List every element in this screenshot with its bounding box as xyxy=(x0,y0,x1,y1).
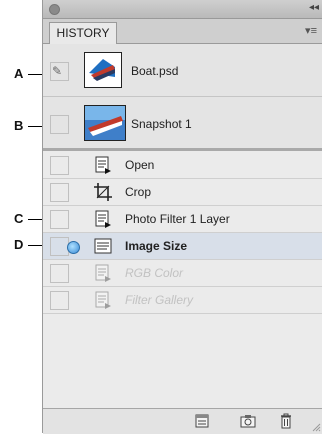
image-size-icon xyxy=(94,238,112,254)
snapshot-divider xyxy=(43,148,322,151)
history-source-checkbox[interactable] xyxy=(50,210,69,229)
history-brush-icon: ✎ xyxy=(52,64,63,78)
callout-letter: A xyxy=(14,66,24,81)
resize-grip-icon[interactable] xyxy=(311,422,321,432)
snapshot-label: Snapshot 1 xyxy=(131,117,192,131)
boat-thumbnail-icon xyxy=(84,52,122,88)
history-source-checkbox[interactable]: ✎ xyxy=(50,62,69,81)
history-source-checkbox[interactable] xyxy=(50,291,69,310)
history-source-checkbox[interactable] xyxy=(50,183,69,202)
document-action-icon xyxy=(95,291,111,309)
history-source-checkbox[interactable] xyxy=(50,156,69,175)
document-action-icon xyxy=(95,210,111,228)
snapshot-label: Boat.psd xyxy=(131,64,179,78)
history-state-marker-icon[interactable] xyxy=(67,241,80,254)
state-label: Crop xyxy=(125,185,152,199)
callout-letter: D xyxy=(14,237,24,252)
history-state-open[interactable]: Open xyxy=(43,152,322,179)
history-state-crop[interactable]: Crop xyxy=(43,179,322,206)
state-label: Filter Gallery xyxy=(125,293,194,307)
panel-titlebar: ◂◂ xyxy=(43,0,322,19)
crop-icon xyxy=(94,183,112,201)
panel-bottom-bar xyxy=(43,408,322,434)
close-icon[interactable] xyxy=(49,4,60,15)
snapshot-row-1[interactable]: Snapshot 1 xyxy=(43,97,322,150)
snapshot-row-boat[interactable]: ✎ Boat.psd xyxy=(43,44,322,97)
history-source-checkbox[interactable] xyxy=(50,264,69,283)
history-state-filter-gallery[interactable]: Filter Gallery xyxy=(43,287,322,314)
callout-letter: B xyxy=(14,118,24,133)
panel-menu-icon[interactable]: ▾≡ xyxy=(305,24,317,37)
state-label: RGB Color xyxy=(125,266,184,280)
camera-icon[interactable] xyxy=(239,413,257,429)
callout-letter: C xyxy=(14,211,24,226)
history-panel: ◂◂ HISTORY ▾≡ ✎ Boat.psd Snapshot 1 Open… xyxy=(42,0,322,434)
document-action-icon xyxy=(95,156,111,174)
state-label: Image Size xyxy=(125,239,188,253)
new-document-icon[interactable] xyxy=(193,413,211,429)
tab-history[interactable]: HISTORY xyxy=(49,22,117,44)
history-state-image-size[interactable]: Image Size xyxy=(43,233,322,260)
history-list: ✎ Boat.psd Snapshot 1 Open Crop Photo Fi… xyxy=(43,44,322,408)
state-label: Photo Filter 1 Layer xyxy=(125,212,230,226)
history-state-rgb-color[interactable]: RGB Color xyxy=(43,260,322,287)
history-state-photo-filter[interactable]: Photo Filter 1 Layer xyxy=(43,206,322,233)
tab-row: HISTORY ▾≡ xyxy=(43,19,322,44)
state-label: Open xyxy=(125,158,155,172)
trash-icon[interactable] xyxy=(277,413,295,429)
collapse-icon[interactable]: ◂◂ xyxy=(309,2,319,13)
history-source-checkbox[interactable] xyxy=(50,115,69,134)
document-action-icon xyxy=(95,264,111,282)
boat-thumbnail-icon xyxy=(84,105,126,141)
